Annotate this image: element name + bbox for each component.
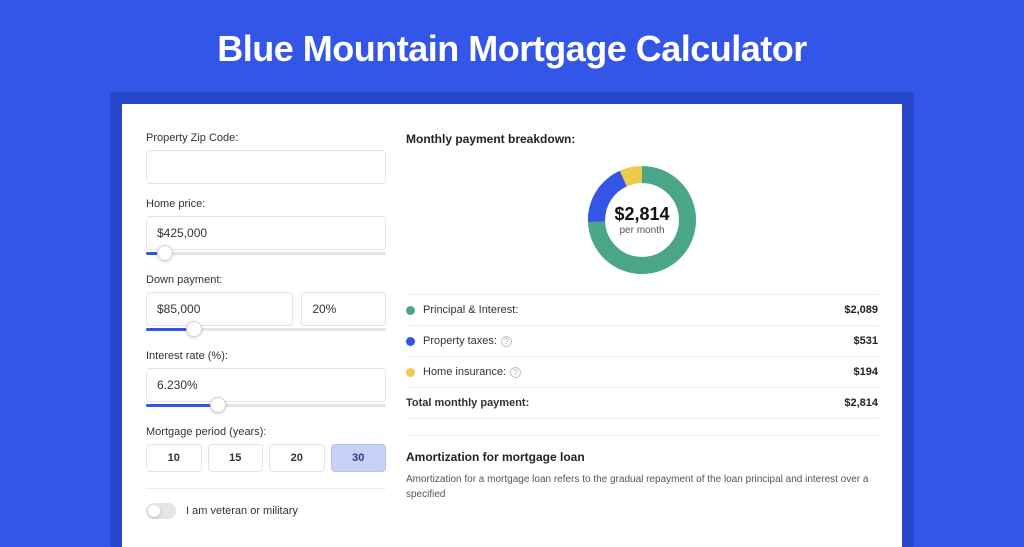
legend-value: $2,089 xyxy=(844,304,878,316)
rate-field-group: Interest rate (%): xyxy=(146,350,386,412)
form-panel: Property Zip Code: Home price: Down paym… xyxy=(146,132,386,519)
page-title: Blue Mountain Mortgage Calculator xyxy=(0,28,1024,70)
rate-label: Interest rate (%): xyxy=(146,350,386,362)
info-icon[interactable]: ? xyxy=(501,336,512,347)
zip-input[interactable] xyxy=(146,150,386,184)
card-shadow: Property Zip Code: Home price: Down paym… xyxy=(110,92,914,547)
legend-total-row: Total monthly payment:$2,814 xyxy=(406,388,878,419)
down-field-group: Down payment: xyxy=(146,274,386,336)
breakdown-title: Monthly payment breakdown: xyxy=(406,132,878,146)
legend-dot-icon xyxy=(406,368,415,377)
down-slider[interactable] xyxy=(146,324,386,336)
period-option-15[interactable]: 15 xyxy=(208,444,264,472)
rate-slider[interactable] xyxy=(146,400,386,412)
donut-center: $2,814 per month xyxy=(582,160,702,280)
donut-amount: $2,814 xyxy=(614,204,669,225)
price-label: Home price: xyxy=(146,198,386,210)
legend: Principal & Interest:$2,089Property taxe… xyxy=(406,294,878,419)
amortization-body: Amortization for a mortgage loan refers … xyxy=(406,472,878,502)
legend-row: Home insurance:?$194 xyxy=(406,357,878,388)
down-pct-input[interactable] xyxy=(301,292,386,326)
period-options: 10152030 xyxy=(146,444,386,472)
down-label: Down payment: xyxy=(146,274,386,286)
calculator-card: Property Zip Code: Home price: Down paym… xyxy=(122,104,902,547)
period-field-group: Mortgage period (years): 10152030 xyxy=(146,426,386,472)
legend-label: Property taxes:? xyxy=(423,335,854,347)
legend-total-value: $2,814 xyxy=(844,397,878,409)
legend-total-label: Total monthly payment: xyxy=(406,397,844,409)
donut-chart-wrap: $2,814 per month xyxy=(406,154,878,294)
legend-value: $531 xyxy=(854,335,878,347)
legend-row: Property taxes:?$531 xyxy=(406,326,878,357)
veteran-row: I am veteran or military xyxy=(146,488,386,519)
donut-chart: $2,814 per month xyxy=(582,160,702,280)
down-amount-input[interactable] xyxy=(146,292,293,326)
veteran-toggle[interactable] xyxy=(146,503,176,519)
donut-sub: per month xyxy=(619,225,664,236)
toggle-knob xyxy=(148,505,160,517)
legend-label: Home insurance:? xyxy=(423,366,854,378)
price-slider[interactable] xyxy=(146,248,386,260)
info-icon[interactable]: ? xyxy=(510,367,521,378)
legend-label: Principal & Interest: xyxy=(423,304,844,316)
legend-dot-icon xyxy=(406,337,415,346)
hero: Blue Mountain Mortgage Calculator xyxy=(0,0,1024,92)
period-option-10[interactable]: 10 xyxy=(146,444,202,472)
period-option-20[interactable]: 20 xyxy=(269,444,325,472)
rate-input[interactable] xyxy=(146,368,386,402)
period-label: Mortgage period (years): xyxy=(146,426,386,438)
veteran-label: I am veteran or military xyxy=(186,505,298,517)
period-option-30[interactable]: 30 xyxy=(331,444,387,472)
breakdown-panel: Monthly payment breakdown: $2,814 per mo… xyxy=(406,132,878,519)
amortization-title: Amortization for mortgage loan xyxy=(406,450,878,464)
legend-value: $194 xyxy=(854,366,878,378)
price-field-group: Home price: xyxy=(146,198,386,260)
legend-dot-icon xyxy=(406,306,415,315)
zip-label: Property Zip Code: xyxy=(146,132,386,144)
amortization-section: Amortization for mortgage loan Amortizat… xyxy=(406,435,878,502)
price-input[interactable] xyxy=(146,216,386,250)
legend-row: Principal & Interest:$2,089 xyxy=(406,295,878,326)
zip-field-group: Property Zip Code: xyxy=(146,132,386,184)
